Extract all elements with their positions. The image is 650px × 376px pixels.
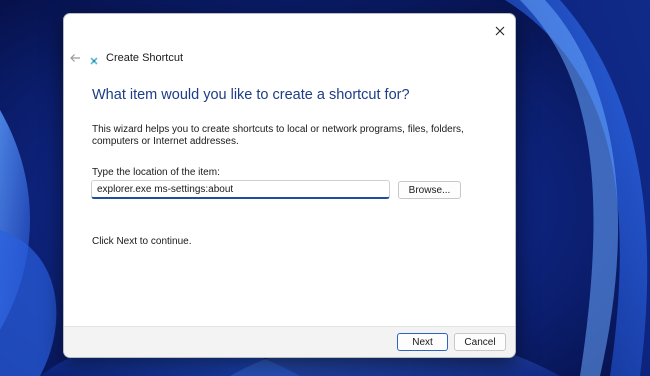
browse-button[interactable]: Browse... xyxy=(398,181,461,199)
location-input[interactable] xyxy=(91,180,390,199)
close-icon xyxy=(495,26,505,36)
back-button[interactable] xyxy=(67,51,83,65)
create-shortcut-dialog: Create Shortcut What item would you like… xyxy=(63,13,516,358)
cancel-button[interactable]: Cancel xyxy=(454,333,506,351)
window-title: Create Shortcut xyxy=(106,52,184,64)
wizard-heading: What item would you like to create a sho… xyxy=(92,87,410,103)
location-label: Type the location of the item: xyxy=(92,167,220,178)
next-button[interactable]: Next xyxy=(397,333,448,351)
wizard-description: This wizard helps you to create shortcut… xyxy=(92,124,464,147)
back-arrow-icon xyxy=(70,54,80,62)
continue-hint: Click Next to continue. xyxy=(92,236,192,247)
shortcut-app-icon xyxy=(90,57,98,65)
dialog-footer: Next Cancel xyxy=(64,326,515,357)
close-button[interactable] xyxy=(489,20,511,42)
